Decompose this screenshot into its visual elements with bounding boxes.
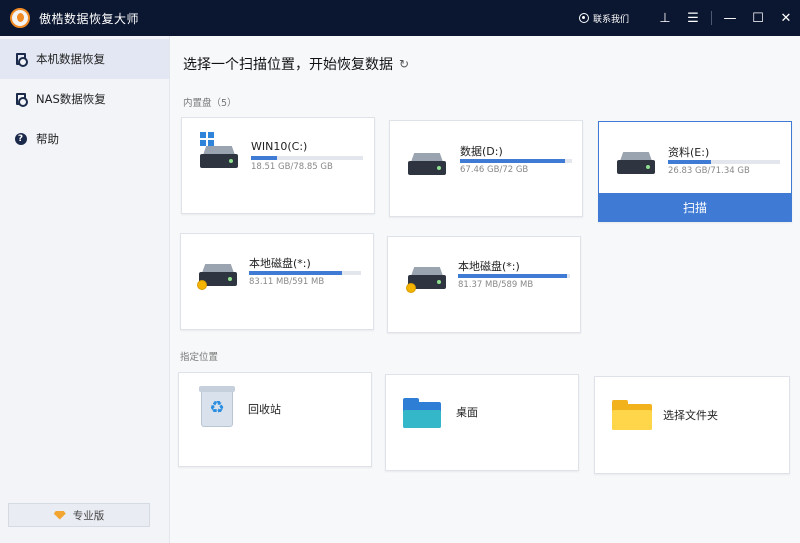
local-disk-icon <box>14 53 28 67</box>
windows-logo-icon <box>200 132 214 146</box>
close-button[interactable]: ✕ <box>772 0 800 36</box>
sidebar-item-nas-recovery[interactable]: NAS数据恢复 <box>0 79 169 119</box>
drive-usage-bar <box>458 274 570 278</box>
diamond-icon <box>53 510 66 520</box>
sidebar-item-label: 本机数据恢复 <box>36 52 105 66</box>
title-bar-separator <box>711 11 712 25</box>
page-title-text: 选择一个扫描位置，开始恢复数据 <box>183 57 393 73</box>
title-bar-controls: 联系我们 ⊥ ☰ — ☐ ✕ <box>578 0 800 36</box>
drive-usage-bar <box>251 156 363 160</box>
help-icon: ? <box>14 133 27 146</box>
sidebar: 本机数据恢复 NAS数据恢复 ? 帮助 专业版 <box>0 36 170 543</box>
sidebar-item-local-recovery[interactable]: 本机数据恢复 <box>0 39 169 79</box>
app-logo-icon <box>10 8 30 28</box>
hard-drive-icon <box>408 153 446 175</box>
drive-card[interactable]: 本地磁盘(*:) 81.37 MB/589 MB <box>387 236 581 333</box>
nas-icon <box>14 93 28 107</box>
contact-us-link[interactable]: 联系我们 <box>578 12 629 25</box>
drive-name: 本地磁盘(*:) <box>458 260 520 273</box>
drive-name: 数据(D:) <box>460 145 503 158</box>
location-label: 回收站 <box>248 403 281 416</box>
sidebar-item-label: 帮助 <box>36 132 59 146</box>
lock-badge-icon <box>406 283 416 293</box>
menu-button[interactable]: ☰ <box>679 0 707 36</box>
location-label: 桌面 <box>456 406 478 419</box>
drive-name: WIN10(C:) <box>251 140 308 153</box>
scan-button[interactable]: 扫描 <box>599 193 791 221</box>
upload-button[interactable]: ⊥ <box>651 0 679 36</box>
drive-name: 资料(E:) <box>668 146 710 159</box>
title-bar: 傲梏数据恢复大师 联系我们 ⊥ ☰ — ☐ ✕ <box>0 0 800 36</box>
location-card-desktop[interactable]: 桌面 <box>385 374 579 471</box>
lock-badge-icon <box>197 280 207 290</box>
folder-icon <box>612 400 652 430</box>
refresh-icon[interactable]: ↻ <box>399 57 409 71</box>
sidebar-item-label: NAS数据恢复 <box>36 92 106 106</box>
drive-card[interactable]: WIN10(C:) 18.51 GB/78.85 GB <box>181 117 375 214</box>
pro-version-label: 专业版 <box>72 509 105 522</box>
drive-usage-bar <box>249 271 361 275</box>
main-panel: 选择一个扫描位置，开始恢复数据 ↻ 内置盘（5） WIN10(C:) 18.51… <box>170 36 800 543</box>
drive-size: 26.83 GB/71.34 GB <box>668 166 750 176</box>
maximize-button[interactable]: ☐ <box>744 0 772 36</box>
location-card-recycle-bin[interactable]: ♻ 回收站 <box>178 372 372 467</box>
internal-drives-label: 内置盘（5） <box>183 98 237 109</box>
drive-size: 83.11 MB/591 MB <box>249 277 325 287</box>
drive-card[interactable]: 本地磁盘(*:) 83.11 MB/591 MB <box>180 233 374 330</box>
app-title: 傲梏数据恢复大师 <box>39 11 140 26</box>
hard-drive-icon <box>200 146 238 168</box>
drive-card-selected[interactable]: 资料(E:) 26.83 GB/71.34 GB 扫描 <box>598 121 792 222</box>
location-label: 选择文件夹 <box>663 409 718 422</box>
drive-name: 本地磁盘(*:) <box>249 257 311 270</box>
minimize-button[interactable]: — <box>716 0 744 36</box>
contact-icon <box>578 13 589 23</box>
contact-label: 联系我们 <box>592 14 629 25</box>
drive-size: 18.51 GB/78.85 GB <box>251 162 333 172</box>
drive-size: 67.46 GB/72 GB <box>460 165 529 175</box>
recycle-bin-icon: ♻ <box>199 386 235 427</box>
desktop-folder-icon <box>403 398 441 428</box>
drive-card[interactable]: 数据(D:) 67.46 GB/72 GB <box>389 120 583 217</box>
location-card-choose-folder[interactable]: 选择文件夹 <box>594 376 790 474</box>
drive-usage-bar <box>460 159 572 163</box>
pro-version-button[interactable]: 专业版 <box>8 503 150 527</box>
page-title: 选择一个扫描位置，开始恢复数据 ↻ <box>183 54 409 74</box>
hard-drive-icon <box>617 152 655 174</box>
drive-usage-bar <box>668 160 780 164</box>
specified-location-label: 指定位置 <box>180 352 219 363</box>
drive-size: 81.37 MB/589 MB <box>458 280 534 290</box>
sidebar-item-help[interactable]: ? 帮助 <box>0 119 169 159</box>
